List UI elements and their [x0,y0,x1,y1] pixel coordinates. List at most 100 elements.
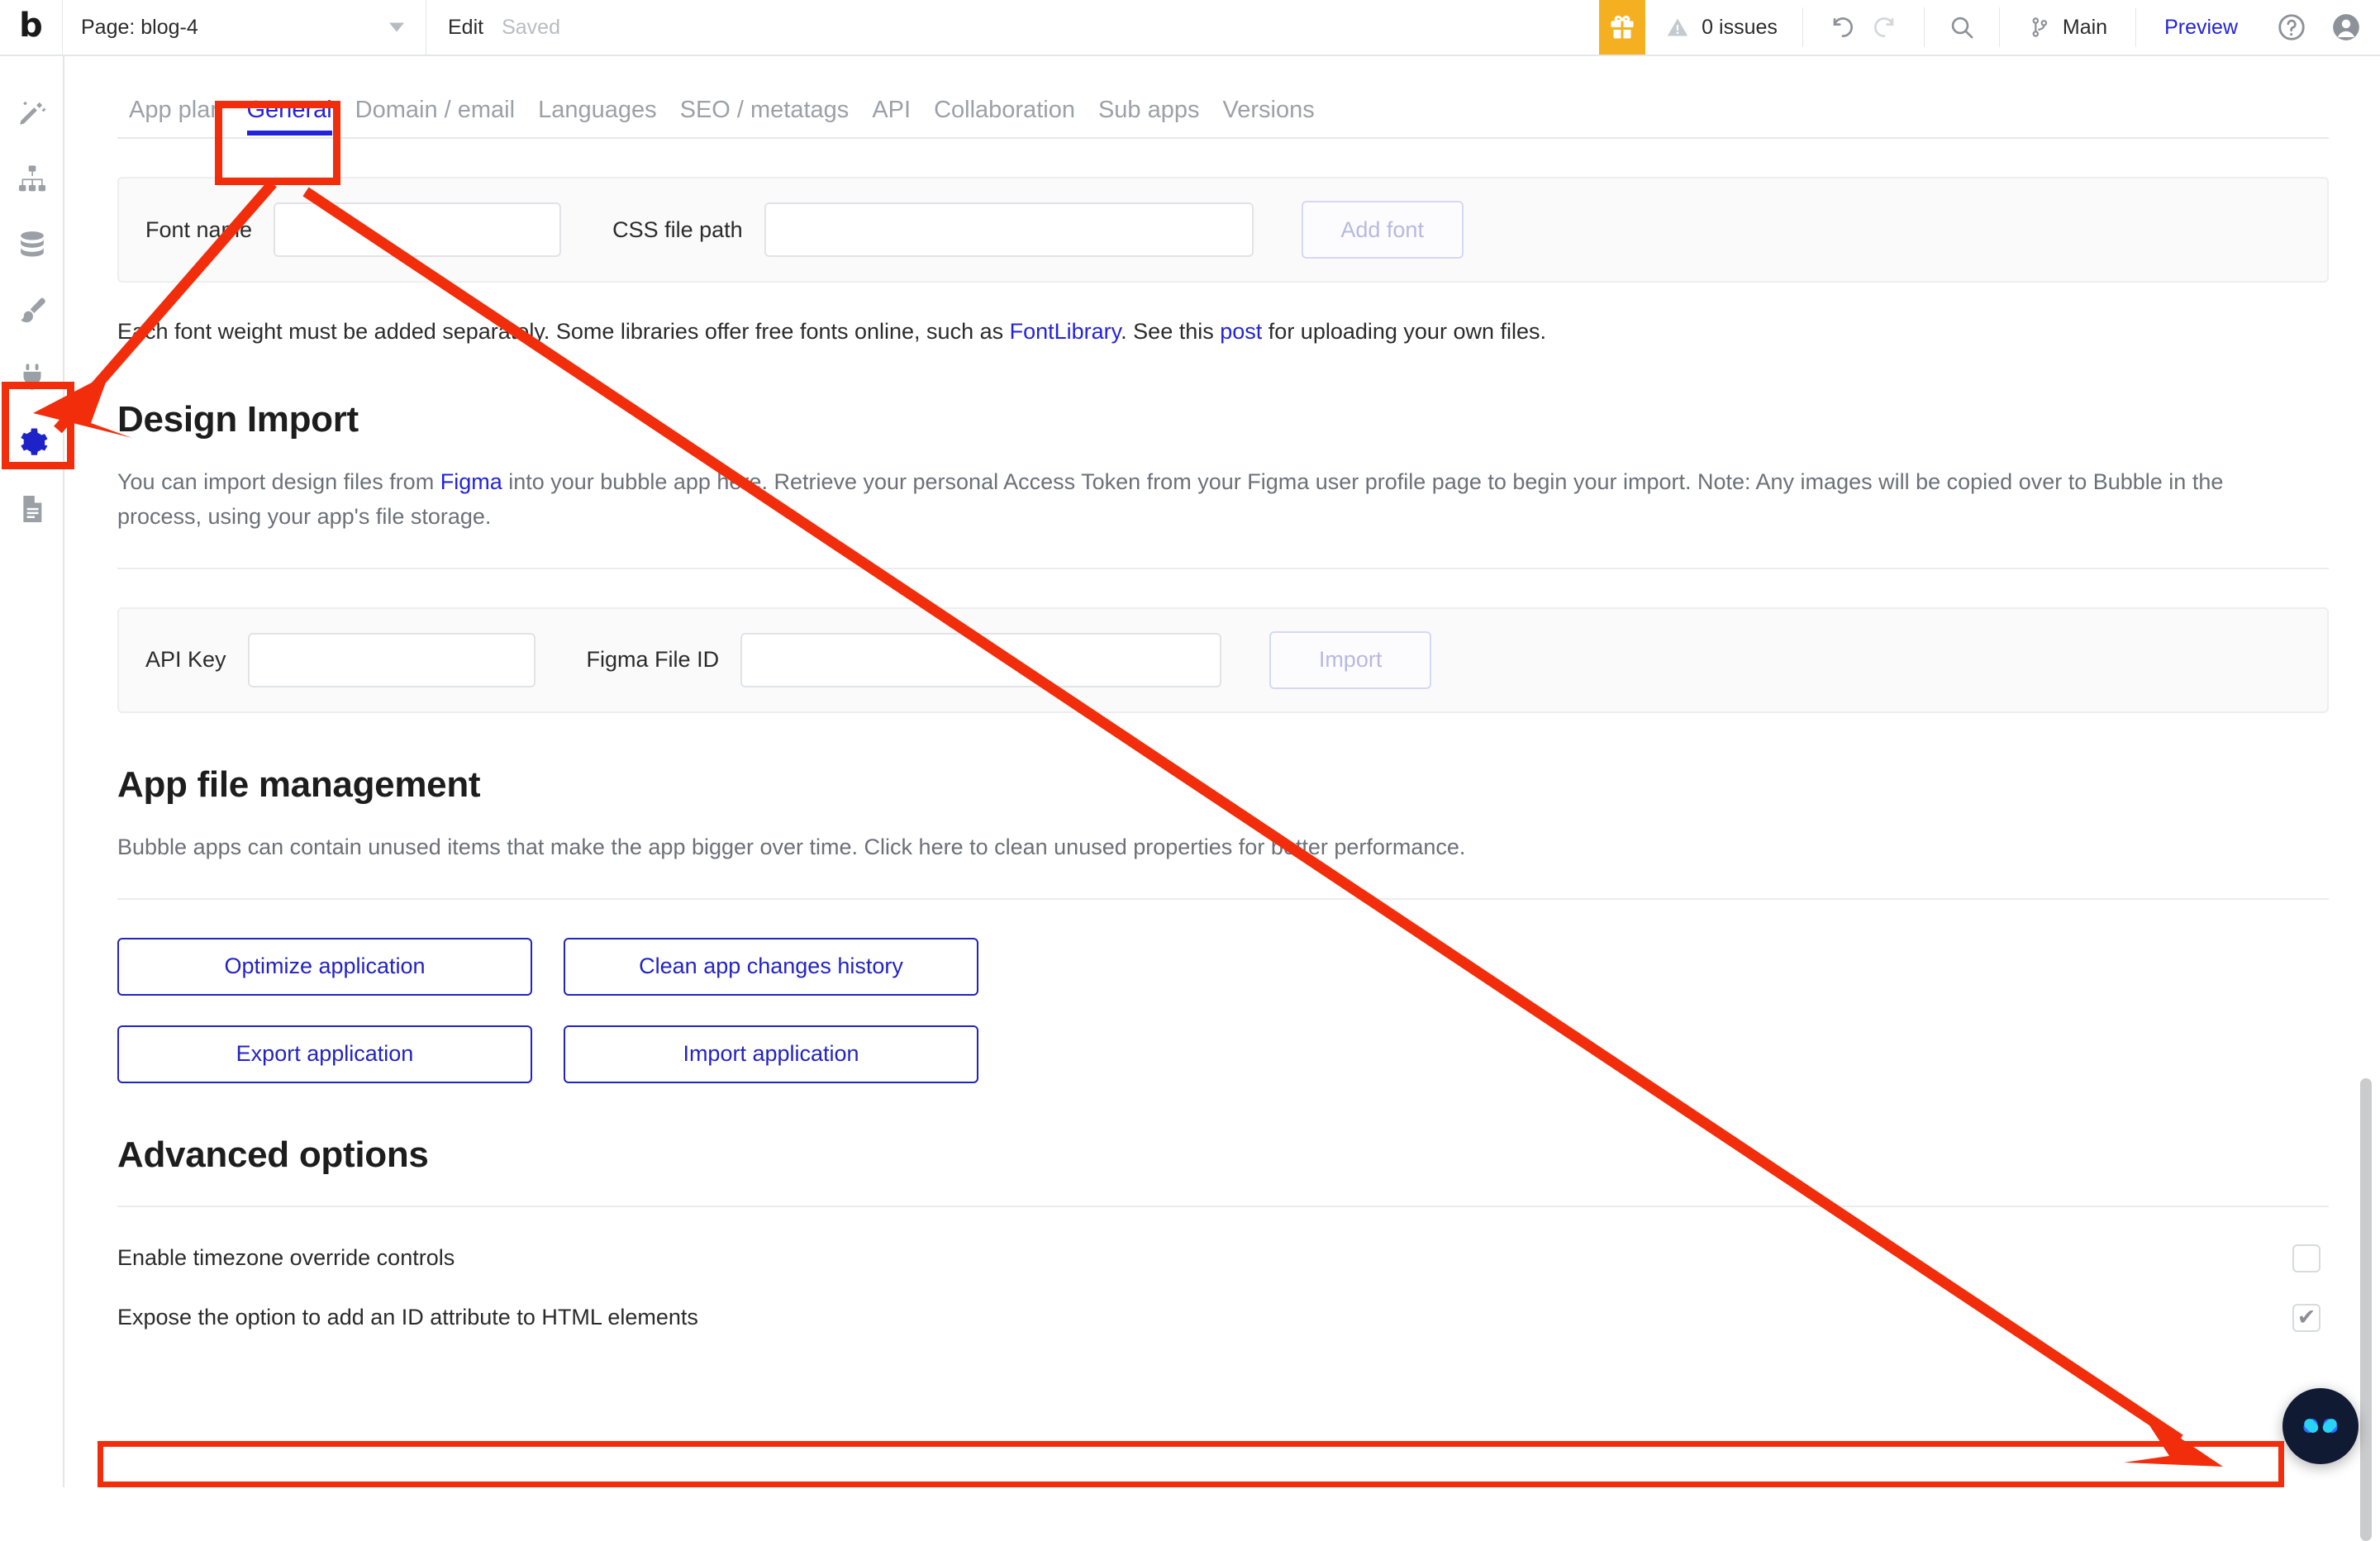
figma-file-id-label: Figma File ID [587,647,720,673]
sidebar-item-workflow[interactable] [0,145,64,212]
help-circle-icon [2276,12,2307,43]
option-row-timezone-override[interactable]: Enable timezone override controls [117,1229,2329,1288]
gear-icon [15,426,50,460]
css-file-path-input[interactable] [764,202,1254,257]
undo-redo-group [1803,7,1925,47]
font-note-part1: Each font weight must be added separatel… [117,319,1010,344]
option-label-timezone-override: Enable timezone override controls [117,1245,455,1271]
vertical-scrollbar-thumb[interactable] [2360,1078,2372,1541]
vertical-scrollbar-track[interactable] [2360,58,2372,1487]
tab-general[interactable]: General [236,97,344,137]
toolbar-spacer [582,0,1599,55]
workflow-tree-icon [16,162,49,195]
help-button[interactable] [2266,0,2317,55]
tab-api[interactable]: API [860,97,922,137]
user-account-button[interactable] [2317,0,2380,55]
bubble-logo[interactable]: b [0,0,63,55]
warning-icon [1665,16,1690,39]
preview-button[interactable]: Preview [2136,7,2266,47]
clean-app-changes-history-button[interactable]: Clean app changes history [564,938,978,996]
branch-selector[interactable]: Main [2000,7,2136,47]
issues-count-label: 0 issues [1702,16,1778,40]
sidebar-item-settings[interactable] [0,410,64,476]
page-selector-label: Page: blog-4 [81,16,198,40]
checkbox-expose-id-attribute[interactable]: ✔ [2292,1304,2320,1332]
tab-domain-email[interactable]: Domain / email [344,97,526,137]
tab-sub-apps[interactable]: Sub apps [1087,97,1211,137]
edit-status-group: Edit Saved [426,0,582,55]
app-file-management-heading: App file management [117,764,2329,806]
bubble-logo-glyph: b [19,9,43,42]
figma-import-button[interactable]: Import [1269,631,1431,689]
advanced-options-divider [117,1206,2329,1207]
option-row-expose-id-attribute[interactable]: Expose the option to add an ID attribute… [117,1288,2329,1348]
design-import-desc-part1: You can import design files from [117,469,440,494]
app-file-management-divider [117,898,2329,900]
design-import-heading: Design Import [117,399,2329,440]
import-application-button[interactable]: Import application [564,1025,978,1083]
figma-import-panel: API Key Figma File ID Import [117,607,2329,713]
font-name-input[interactable] [274,202,561,257]
tab-seo-metatags[interactable]: SEO / metatags [669,97,861,137]
sidebar-item-plugins[interactable] [0,344,64,410]
settings-tab-bar: App plan General Domain / email Language… [66,58,2380,137]
sidebar-item-styles[interactable] [0,278,64,344]
tab-languages[interactable]: Languages [526,97,669,137]
tab-bar-divider [117,137,2329,139]
add-font-button[interactable]: Add font [1302,201,1464,259]
figma-file-id-input[interactable] [740,633,1221,687]
font-help-note: Each font weight must be added separatel… [117,316,2329,348]
font-note-part2: . See this [1121,319,1220,344]
settings-panel: App plan General Domain / email Language… [66,58,2380,1487]
undo-icon[interactable] [1825,13,1853,41]
export-application-button[interactable]: Export application [117,1025,532,1083]
search-icon [1948,13,1976,41]
sidebar-item-design[interactable] [0,79,64,145]
issues-indicator[interactable]: 0 issues [1645,7,1803,47]
code-bubble-button[interactable] [2282,1388,2359,1464]
app-file-management-buttons: Optimize application Clean app changes h… [117,938,2329,1083]
add-font-panel: Font name CSS file path Add font [117,177,2329,283]
document-logs-icon [16,492,49,526]
design-wand-icon [16,96,49,129]
button-row-2: Export application Import application [117,1025,2329,1083]
figma-link[interactable]: Figma [440,469,502,494]
checkbox-timezone-override[interactable] [2292,1244,2320,1272]
tab-collaboration[interactable]: Collaboration [922,97,1087,137]
database-icon [16,228,49,261]
preview-label: Preview [2164,16,2238,40]
branch-icon [2028,13,2051,41]
app-file-management-description: Bubble apps can contain unused items tha… [117,830,2241,865]
checkbox-tick-expose-id: ✔ [2297,1306,2316,1329]
design-import-divider [117,568,2329,569]
optimize-application-button[interactable]: Optimize application [117,938,532,996]
sidebar-item-data[interactable] [0,212,64,278]
option-label-expose-id-attribute: Expose the option to add an ID attribute… [117,1305,698,1330]
user-avatar-icon [2330,12,2362,43]
branch-name-label: Main [2063,16,2107,40]
left-sidebar [0,56,64,1487]
code-bubble-icon [2297,1403,2344,1449]
redo-icon [1874,13,1902,41]
font-note-part3: for uploading your own files. [1262,319,1546,344]
api-key-label: API Key [145,647,226,673]
paintbrush-icon [16,294,49,327]
button-row-1: Optimize application Clean app changes h… [117,938,2329,996]
page-selector[interactable]: Page: blog-4 [63,0,426,55]
fontlibrary-link[interactable]: FontLibrary [1010,319,1121,344]
chevron-down-icon [389,23,404,32]
sidebar-item-logs[interactable] [0,476,64,542]
settings-content: Font name CSS file path Add font Each fo… [66,177,2380,1348]
edit-label[interactable]: Edit [448,16,483,40]
tab-app-plan[interactable]: App plan [117,97,236,137]
post-link[interactable]: post [1220,319,1262,344]
search-button[interactable] [1925,7,2000,47]
design-import-description: You can import design files from Figma i… [117,465,2241,535]
gift-icon[interactable] [1599,0,1645,55]
api-key-input[interactable] [248,633,536,687]
plug-icon [16,360,49,393]
saved-status: Saved [502,16,560,40]
advanced-options-heading: Advanced options [117,1134,2329,1176]
tab-versions[interactable]: Versions [1211,97,1326,137]
top-toolbar: b Page: blog-4 Edit Saved 0 issues [0,0,2380,56]
